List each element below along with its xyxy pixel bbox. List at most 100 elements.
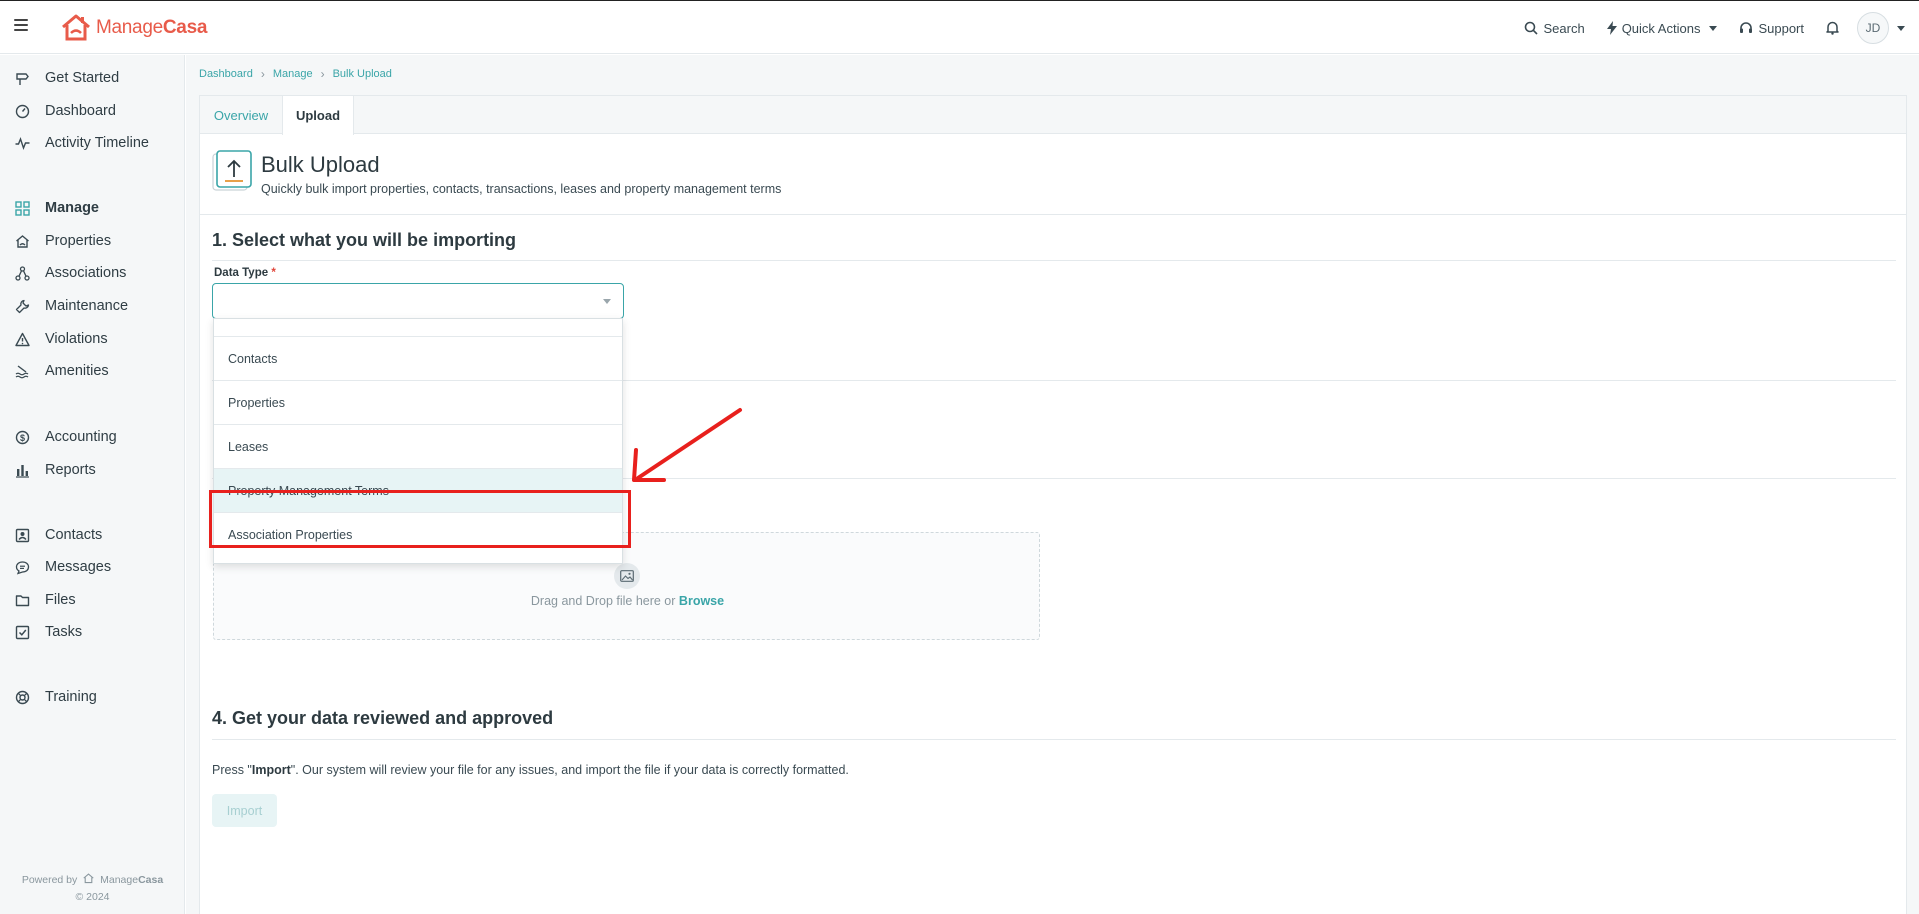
breadcrumb-manage[interactable]: Manage [273, 68, 313, 80]
hamburger-menu-icon[interactable] [14, 19, 28, 31]
house-logo-icon [83, 873, 94, 884]
sidebar-item-maintenance[interactable]: Maintenance [0, 294, 185, 318]
sidebar-item-files[interactable]: Files [0, 588, 185, 612]
powered-by-label: Powered by [21, 874, 78, 886]
notifications-button[interactable] [1826, 21, 1839, 35]
sidebar-item-label: Tasks [45, 624, 83, 640]
sidebar-item-tasks[interactable]: Tasks [0, 620, 185, 644]
tab-overview[interactable]: Overview [200, 96, 282, 134]
breadcrumb-bulk-upload[interactable]: Bulk Upload [333, 68, 392, 80]
sidebar: Get Started Dashboard Activity Timeline … [0, 55, 185, 914]
dollar-icon: $ [15, 430, 30, 445]
wrench-icon [15, 299, 30, 314]
sidebar-item-label: Manage [45, 200, 99, 216]
sidebar-item-manage[interactable]: Manage [0, 196, 185, 220]
chevron-right-icon: › [320, 67, 325, 81]
breadcrumb: Dashboard › Manage › Bulk Upload [199, 67, 392, 81]
divider [212, 739, 1896, 740]
sidebar-item-label: Files [45, 592, 76, 608]
annotation-arrow-icon [632, 408, 742, 482]
sidebar-item-activity-timeline[interactable]: Activity Timeline [0, 131, 185, 155]
sidebar-item-label: Contacts [45, 527, 103, 543]
required-mark: * [271, 267, 276, 279]
network-icon [15, 265, 30, 281]
sidebar-item-label: Violations [45, 331, 108, 347]
import-button[interactable]: Import [212, 794, 277, 827]
upload-icon [212, 150, 252, 191]
dropzone-text: Drag and Drop file here or Browse [530, 594, 725, 608]
sidebar-item-label: Training [45, 689, 97, 705]
option-transactions[interactable]: Transactions [214, 319, 622, 337]
sidebar-item-label: Activity Timeline [45, 135, 149, 151]
app-logo[interactable]: ManageCasa [60, 13, 207, 43]
option-leases[interactable]: Leases [214, 425, 622, 469]
sidebar-item-accounting[interactable]: $ Accounting [0, 425, 185, 449]
data-type-select[interactable] [212, 283, 624, 319]
breadcrumb-dashboard[interactable]: Dashboard [199, 68, 253, 80]
top-bar: ManageCasa Search Quick Actions Support … [0, 0, 1919, 54]
option-contacts[interactable]: Contacts [214, 337, 622, 381]
headset-icon [1740, 22, 1753, 33]
pool-icon [15, 364, 30, 379]
search-icon [1525, 21, 1539, 35]
checkbox-icon [15, 625, 30, 640]
quick-actions-button[interactable]: Quick Actions [1606, 21, 1718, 36]
bar-chart-icon [15, 463, 30, 478]
data-type-label: Data Type * [214, 267, 276, 279]
sidebar-item-label: Accounting [45, 429, 117, 445]
sidebar-item-properties[interactable]: Properties [0, 229, 185, 253]
lifebuoy-icon [15, 690, 30, 705]
lightning-icon [1606, 21, 1617, 35]
page-subtitle: Quickly bulk import properties, contacts… [261, 182, 782, 196]
sidebar-item-amenities[interactable]: Amenities [0, 359, 185, 383]
support-label: Support [1758, 20, 1804, 36]
divider [212, 260, 1896, 261]
page-title: Bulk Upload [261, 152, 380, 177]
sidebar-item-label: Properties [45, 233, 112, 249]
copyright: © 2024 [75, 891, 110, 903]
chevron-down-icon [1709, 25, 1718, 31]
main-content: Dashboard › Manage › Bulk Upload Overvie… [186, 55, 1919, 914]
sidebar-item-training[interactable]: Training [0, 685, 185, 709]
user-menu[interactable]: JD [1857, 12, 1905, 44]
grid-icon [15, 200, 30, 216]
house-logo-icon [62, 14, 90, 41]
sidebar-item-associations[interactable]: Associations [0, 261, 185, 285]
sidebar-item-contacts[interactable]: Contacts [0, 523, 185, 547]
chevron-right-icon: › [260, 67, 265, 81]
pulse-icon [15, 136, 30, 151]
chevron-down-icon [603, 299, 611, 304]
bell-icon [1826, 21, 1839, 35]
sidebar-item-messages[interactable]: Messages [0, 555, 185, 579]
step4-title: 4. Get your data reviewed and approved [212, 708, 554, 728]
support-button[interactable]: Support [1739, 21, 1804, 36]
house-icon [15, 234, 30, 249]
tab-bar: Overview Upload [200, 96, 1906, 135]
option-properties[interactable]: Properties [214, 381, 622, 425]
sidebar-item-dashboard[interactable]: Dashboard [0, 99, 185, 123]
sidebar-item-label: Associations [45, 265, 127, 281]
signpost-icon [15, 71, 30, 86]
contact-card-icon [15, 528, 30, 543]
sidebar-item-reports[interactable]: Reports [0, 458, 185, 482]
sidebar-item-violations[interactable]: Violations [0, 327, 185, 351]
search-label: Search [1543, 20, 1585, 36]
sidebar-item-get-started[interactable]: Get Started [0, 66, 185, 90]
divider [200, 214, 1906, 215]
sidebar-item-label: Reports [45, 462, 96, 478]
chat-icon [15, 560, 30, 575]
sidebar-item-label: Messages [45, 559, 112, 575]
highlight-box [209, 490, 631, 548]
warning-icon [15, 332, 30, 347]
folder-icon [15, 593, 30, 608]
brand-name: ManageCasa [96, 17, 208, 38]
top-nav: Search Quick Actions Support JD [1524, 1, 1919, 55]
step4-description: Press "Import". Our system will review y… [212, 763, 849, 777]
search-button[interactable]: Search [1524, 20, 1585, 36]
browse-link[interactable]: Browse [679, 594, 724, 608]
avatar: JD [1857, 12, 1889, 44]
sidebar-item-label: Maintenance [45, 298, 129, 314]
image-icon [614, 563, 640, 589]
powered-by: Powered by ManageCasa [0, 873, 185, 886]
tab-upload[interactable]: Upload [282, 96, 354, 135]
